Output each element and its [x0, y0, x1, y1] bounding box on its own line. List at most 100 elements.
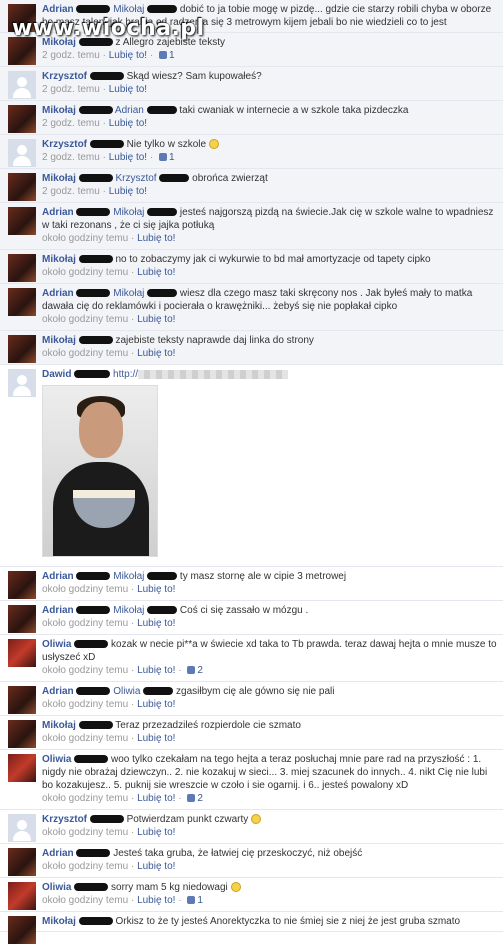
comment-time[interactable]: 2 godz. temu [42, 152, 100, 163]
like-button[interactable]: Lubię to! [109, 186, 147, 197]
mention-link[interactable]: Mikołaj [113, 207, 144, 218]
comment-author[interactable]: Adrian [42, 605, 74, 616]
comment-time[interactable]: około godziny temu [42, 895, 128, 906]
like-button[interactable]: Lubię to! [137, 314, 175, 325]
avatar[interactable] [8, 37, 36, 65]
avatar[interactable] [8, 639, 36, 667]
avatar[interactable] [8, 754, 36, 782]
comment-author[interactable]: Adrian [42, 207, 74, 218]
like-button[interactable]: Lubię to! [137, 584, 175, 595]
comment-author[interactable]: Mikołaj [42, 254, 76, 265]
like-button[interactable]: Lubię to! [109, 118, 147, 129]
like-button[interactable]: Lubię to! [137, 733, 175, 744]
mention-link[interactable]: Mikołaj [113, 605, 144, 616]
redacted-surname [76, 289, 111, 298]
comment-time[interactable]: 2 godz. temu [42, 186, 100, 197]
like-count[interactable]: 1 [169, 152, 175, 163]
mention-link[interactable]: Adrian [115, 105, 144, 116]
like-button[interactable]: Lubię to! [137, 793, 175, 804]
comment-time[interactable]: około godziny temu [42, 861, 128, 872]
comment-author[interactable]: Adrian [42, 288, 74, 299]
like-button[interactable]: Lubię to! [137, 267, 175, 278]
popcorn-photo[interactable] [42, 385, 158, 557]
comment-meta: 2 godz. temu · Lubię to! · 1 [42, 151, 499, 165]
comment-body: Adrian Mikołaj jesteś najgorszą pizdą na… [42, 206, 499, 232]
mention-link[interactable]: Oliwia [113, 686, 140, 697]
comment-author[interactable]: Mikołaj [42, 720, 76, 731]
comment-author[interactable]: Krzysztof [42, 71, 87, 82]
comment-time[interactable]: około godziny temu [42, 827, 128, 838]
like-button[interactable]: Lubię to! [137, 665, 175, 676]
comment-author[interactable]: Mikołaj [42, 105, 76, 116]
avatar[interactable] [8, 254, 36, 282]
avatar[interactable] [8, 605, 36, 633]
like-count[interactable]: 1 [197, 895, 203, 906]
comment-author[interactable]: Adrian [42, 848, 74, 859]
avatar[interactable] [8, 71, 36, 99]
comment-body: Mikołaj Krzysztof obrońca zwierząt [42, 172, 499, 185]
comment-author[interactable]: Krzysztof [42, 139, 87, 150]
avatar[interactable] [8, 882, 36, 910]
comment-time[interactable]: 2 godz. temu [42, 118, 100, 129]
meta-separator: · [99, 152, 109, 163]
comment-time[interactable]: około godziny temu [42, 618, 128, 629]
avatar[interactable] [8, 916, 36, 944]
comment-author[interactable]: Adrian [42, 4, 74, 15]
avatar[interactable] [8, 288, 36, 316]
like-button[interactable]: Lubię to! [109, 152, 147, 163]
avatar[interactable] [8, 571, 36, 599]
comment-time[interactable]: około godziny temu [42, 584, 128, 595]
like-count[interactable]: 2 [197, 665, 203, 676]
comment-time[interactable]: około godziny temu [42, 267, 128, 278]
comment-author[interactable]: Adrian [42, 571, 74, 582]
like-count[interactable]: 1 [169, 50, 175, 61]
like-button[interactable]: Lubię to! [137, 233, 175, 244]
like-button[interactable]: Lubię to! [137, 827, 175, 838]
like-button[interactable]: Lubię to! [137, 348, 175, 359]
comment-text: zgasiłbym cię ale gówno się nie pali [176, 686, 335, 697]
avatar[interactable] [8, 173, 36, 201]
comment-link[interactable]: http:// [113, 369, 138, 380]
like-button[interactable]: Lubię to! [137, 895, 175, 906]
like-button[interactable]: Lubię to! [109, 50, 147, 61]
avatar[interactable] [8, 105, 36, 133]
avatar[interactable] [8, 369, 36, 397]
mention-link[interactable]: Krzysztof [115, 173, 156, 184]
comment-time[interactable]: 2 godz. temu [42, 84, 100, 95]
comment-author[interactable]: Adrian [42, 686, 74, 697]
redacted-surname [78, 106, 113, 115]
like-button[interactable]: Lubię to! [109, 84, 147, 95]
mention-link[interactable]: Mikołaj [113, 571, 144, 582]
comment-time[interactable]: około godziny temu [42, 699, 128, 710]
meta-separator: · [128, 827, 138, 838]
comment-author[interactable]: Oliwia [42, 754, 71, 765]
avatar[interactable] [8, 139, 36, 167]
comment-author[interactable]: Oliwia [42, 882, 71, 893]
comment-author[interactable]: Mikołaj [42, 173, 76, 184]
comment-time[interactable]: około godziny temu [42, 793, 128, 804]
comment-time[interactable]: około godziny temu [42, 733, 128, 744]
comment-time[interactable]: około godziny temu [42, 233, 128, 244]
like-button[interactable]: Lubię to! [137, 618, 175, 629]
avatar[interactable] [8, 335, 36, 363]
avatar[interactable] [8, 848, 36, 876]
mention-link[interactable]: Mikołaj [113, 288, 144, 299]
avatar[interactable] [8, 720, 36, 748]
like-button[interactable]: Lubię to! [137, 699, 175, 710]
comment-body: Oliwia sorry mam 5 kg niedowagi [42, 881, 499, 894]
comment-time[interactable]: około godziny temu [42, 348, 128, 359]
comment-author[interactable]: Mikołaj [42, 335, 76, 346]
comment-author[interactable]: Mikołaj [42, 916, 76, 927]
comment-time[interactable]: około godziny temu [42, 665, 128, 676]
like-button[interactable]: Lubię to! [137, 861, 175, 872]
comment-author[interactable]: Dawid [42, 369, 71, 380]
comment-author[interactable]: Oliwia [42, 639, 71, 650]
comment-time[interactable]: 2 godz. temu [42, 50, 100, 61]
like-count[interactable]: 2 [197, 793, 203, 804]
comment-time[interactable]: około godziny temu [42, 314, 128, 325]
mention-link[interactable]: Mikołaj [113, 4, 144, 15]
comment-author[interactable]: Krzysztof [42, 814, 87, 825]
avatar[interactable] [8, 207, 36, 235]
avatar[interactable] [8, 814, 36, 842]
avatar[interactable] [8, 686, 36, 714]
